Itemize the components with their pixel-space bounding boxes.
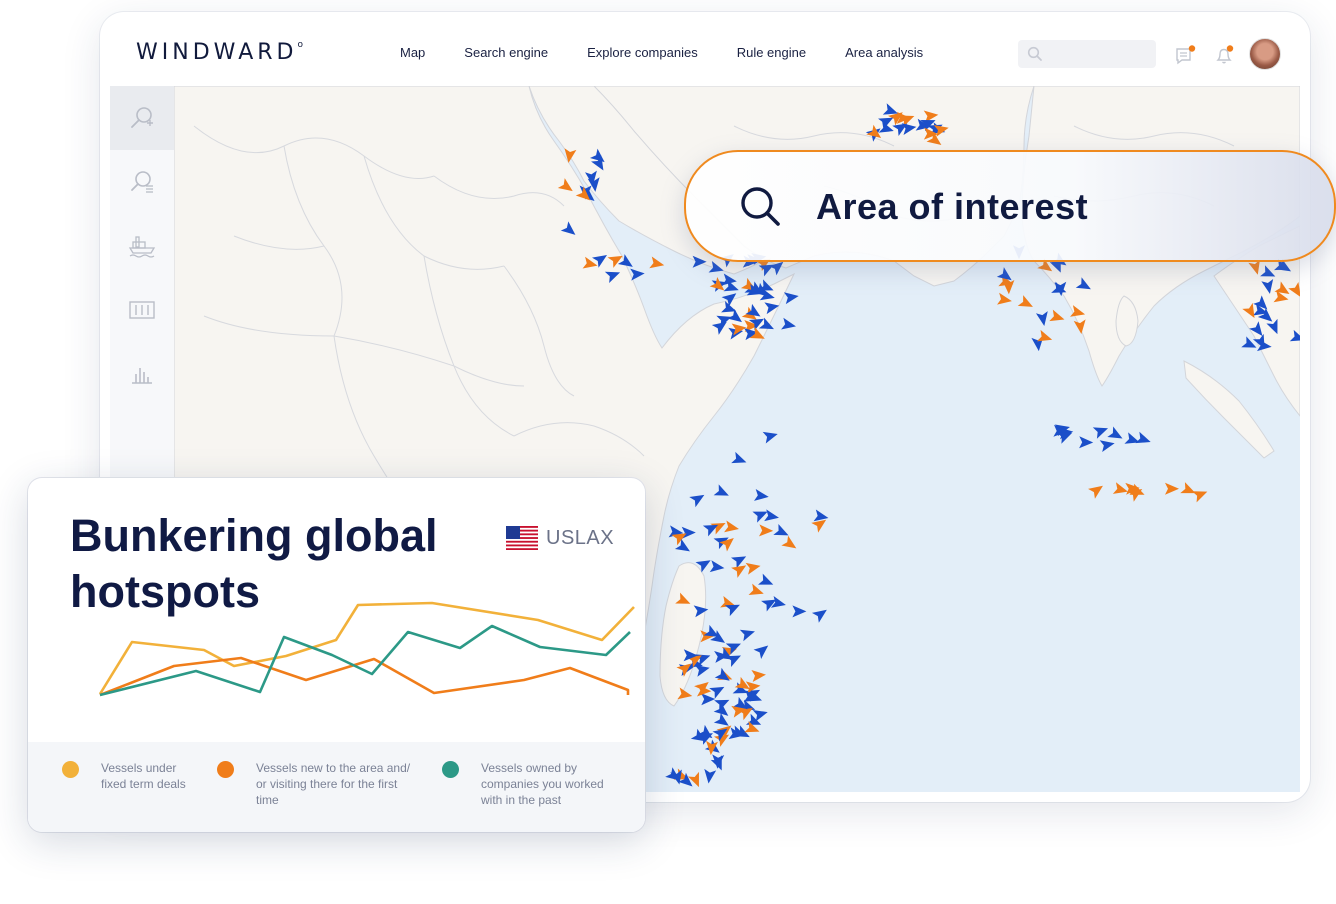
logo-text: WINDWARD [136, 40, 298, 65]
logo-mark: o [297, 39, 303, 50]
landmass-sumatra [1183, 360, 1275, 459]
vessel-marker[interactable] [687, 771, 705, 790]
legend-dot-orange [217, 761, 234, 778]
columns-icon [129, 301, 155, 319]
vessel-marker[interactable] [781, 317, 797, 332]
vessel-marker[interactable] [997, 292, 1013, 307]
windward-logo[interactable]: WINDWARDo [136, 40, 303, 65]
legend-dot-teal [442, 761, 459, 778]
sidebar-search-plus[interactable] [110, 86, 174, 150]
vessel-marker[interactable] [1107, 426, 1125, 443]
bell-icon[interactable] [1214, 45, 1236, 70]
legend-label-new-vessels: Vessels new to the area and/ or visiting… [256, 761, 411, 807]
vessel-marker[interactable] [1017, 295, 1036, 312]
vessel-marker[interactable] [1135, 431, 1152, 448]
sidebar [110, 86, 174, 486]
vessel-marker[interactable] [681, 526, 696, 539]
vessel-marker[interactable] [783, 290, 800, 305]
top-bar: WINDWARDo Map Search engine Explore comp… [100, 12, 1310, 86]
vessel-marker[interactable] [1165, 482, 1179, 495]
messages-icon[interactable] [1175, 45, 1197, 70]
nav-area-analysis[interactable]: Area analysis [845, 45, 923, 60]
vessel-marker[interactable] [754, 489, 770, 503]
vessel-marker[interactable] [758, 524, 774, 537]
vessel-marker[interactable] [1099, 437, 1116, 453]
message-badge [1188, 45, 1196, 52]
vessel-marker[interactable] [714, 667, 733, 686]
vessel-marker[interactable] [753, 641, 772, 659]
vessel-marker[interactable] [649, 256, 665, 271]
vessel-marker[interactable] [630, 267, 645, 281]
vessel-marker[interactable] [1180, 482, 1198, 499]
nav-rule-engine[interactable]: Rule engine [737, 45, 806, 60]
vessel-marker[interactable] [703, 768, 717, 784]
sidebar-analytics[interactable] [110, 342, 174, 406]
search-list-icon [131, 171, 153, 193]
nav-map[interactable]: Map [400, 45, 425, 60]
legend-item-fixed-term: Vessels under fixed term deals [62, 760, 201, 792]
vessel-marker[interactable] [1035, 311, 1050, 327]
main-nav: Map Search engine Explore companies Rule… [400, 45, 962, 60]
vessel-marker[interactable] [762, 428, 780, 444]
vessel-marker[interactable] [689, 490, 707, 508]
search-input[interactable] [1048, 44, 1152, 66]
search-plus-icon [131, 107, 153, 128]
landmass-madagascar [659, 562, 707, 707]
legend-label-fixed-term: Vessels under fixed term deals [101, 761, 186, 791]
vessel-marker[interactable] [731, 451, 748, 468]
sidebar-search-list[interactable] [110, 150, 174, 214]
vessel-marker[interactable] [719, 533, 737, 552]
vessel-marker[interactable] [709, 560, 726, 574]
vessel-marker[interactable] [724, 520, 740, 534]
legend-label-owned-by: Vessels owned by companies you worked wi… [481, 761, 604, 807]
vessel-marker[interactable] [1192, 486, 1209, 503]
vessel-marker[interactable] [1079, 436, 1094, 449]
vessel-marker[interactable] [751, 669, 766, 682]
vessel-marker[interactable] [1049, 309, 1066, 326]
user-avatar[interactable] [1249, 38, 1281, 70]
chart-legend: Vessels under fixed term deals Vessels n… [28, 742, 645, 832]
vessel-marker[interactable] [713, 484, 732, 501]
area-of-interest-label: Area of interest [816, 186, 1089, 227]
bunkering-hotspots-card: Bunkering global hotspots USLAX Vessels … [28, 478, 645, 832]
vessel-marker[interactable] [701, 693, 716, 706]
search-box[interactable] [1018, 40, 1156, 68]
sidebar-port[interactable] [110, 214, 174, 278]
vessel-marker[interactable] [1088, 481, 1106, 499]
legend-item-new-vessels: Vessels new to the area and/ or visiting… [217, 760, 416, 808]
vessel-marker[interactable] [1092, 423, 1110, 439]
area-of-interest-search[interactable]: Area of interest [684, 150, 1336, 262]
vessel-marker[interactable] [709, 682, 727, 699]
hotspot-line-chart [98, 601, 635, 697]
sidebar-columns[interactable] [110, 278, 174, 342]
legend-item-owned-by: Vessels owned by companies you worked wi… [442, 760, 609, 808]
vessel-marker[interactable] [764, 509, 780, 523]
vessel-marker[interactable] [781, 535, 799, 554]
nav-explore-companies[interactable]: Explore companies [587, 45, 698, 60]
vessel-marker[interactable] [770, 596, 787, 611]
search-icon [738, 184, 782, 233]
nav-search-engine[interactable]: Search engine [464, 45, 548, 60]
vessel-marker[interactable] [748, 583, 766, 600]
legend-dot-yellow [62, 761, 79, 778]
ship-port-icon [128, 236, 156, 258]
vessel-marker[interactable] [745, 560, 762, 575]
bar-chart-icon [132, 368, 152, 384]
vessel-marker[interactable] [739, 626, 757, 642]
vessel-marker[interactable] [709, 277, 728, 295]
vessel-marker[interactable] [792, 605, 807, 618]
bell-badge [1226, 45, 1234, 52]
search-icon [1027, 46, 1043, 67]
vessel-marker[interactable] [758, 573, 776, 591]
vessel-marker[interactable] [811, 605, 830, 623]
vessel-marker[interactable] [730, 551, 749, 569]
